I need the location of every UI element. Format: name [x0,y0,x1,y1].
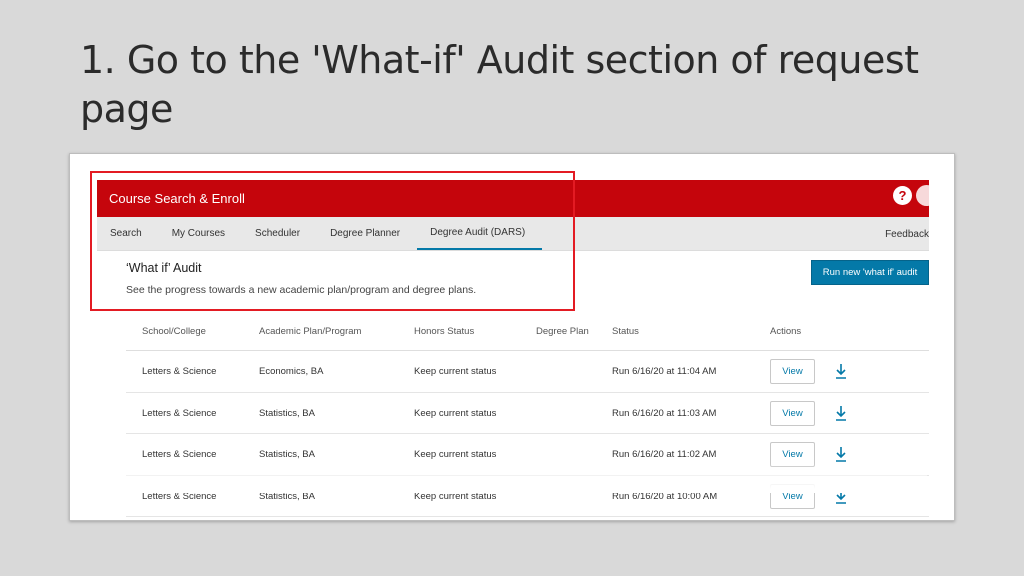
header-status: Status [612,326,639,337]
help-icon[interactable]: ? [893,186,912,205]
cell-honors: Keep current status [414,407,497,419]
slide-title: 1. Go to the 'What-if' Audit section of … [80,38,919,131]
download-icon[interactable] [834,445,848,463]
nav-item-degree-audit[interactable]: Degree Audit (DARS) [417,217,543,250]
section-subtitle: See the progress towards a new academic … [126,284,477,296]
avatar[interactable] [916,185,929,206]
cell-status: Run 6/16/20 at 11:04 AM [612,366,717,377]
cell-plan: Statistics, BA [259,449,315,460]
app-title[interactable]: Course Search & Enroll [109,191,245,206]
table-row: Letters & Science Statistics, BA Keep cu… [126,393,929,434]
feedback-link[interactable]: Feedback [885,217,929,251]
header-actions: Actions [770,326,802,337]
nav-item-search[interactable]: Search [110,217,159,250]
nav-item-my-courses[interactable]: My Courses [172,217,242,250]
cell-school: Letters & Science [142,366,217,377]
cell-school: Letters & Science [142,407,217,419]
section-title: ‘What if’ Audit [126,261,202,275]
cell-status: Run 6/16/20 at 11:02 AM [612,449,717,460]
download-icon[interactable] [834,362,848,380]
main-nav: Search My Courses Scheduler Degree Plann… [97,217,929,251]
header-degree-plan: Degree Plan [536,326,589,337]
download-icon[interactable] [834,404,848,422]
screenshot-frame: Course Search & Enroll ? Search My Cours… [69,153,955,521]
nav-item-degree-planner[interactable]: Degree Planner [330,217,417,250]
header-school: School/College [142,326,206,337]
cell-plan: Economics, BA [259,366,324,377]
cell-honors: Keep current status [414,366,497,377]
table-row: Letters & Science Economics, BA Keep cur… [126,351,929,393]
screenshot-fade [97,463,927,493]
cell-plan: Statistics, BA [259,407,315,419]
header-plan: Academic Plan/Program [259,326,362,337]
cell-honors: Keep current status [414,449,497,460]
view-button[interactable]: View [770,400,815,426]
what-if-audit-section: ‘What if’ Audit See the progress towards… [97,251,929,313]
cell-status: Run 6/16/20 at 11:03 AM [612,407,717,419]
run-new-audit-button[interactable]: Run new 'what if' audit [811,260,929,285]
view-button[interactable]: View [770,359,815,384]
cell-school: Letters & Science [142,449,217,460]
header-honors: Honors Status [414,326,475,337]
nav-item-scheduler[interactable]: Scheduler [255,217,317,250]
app-header: Course Search & Enroll ? [97,180,929,217]
table-header: School/College Academic Plan/Program Hon… [126,313,929,351]
